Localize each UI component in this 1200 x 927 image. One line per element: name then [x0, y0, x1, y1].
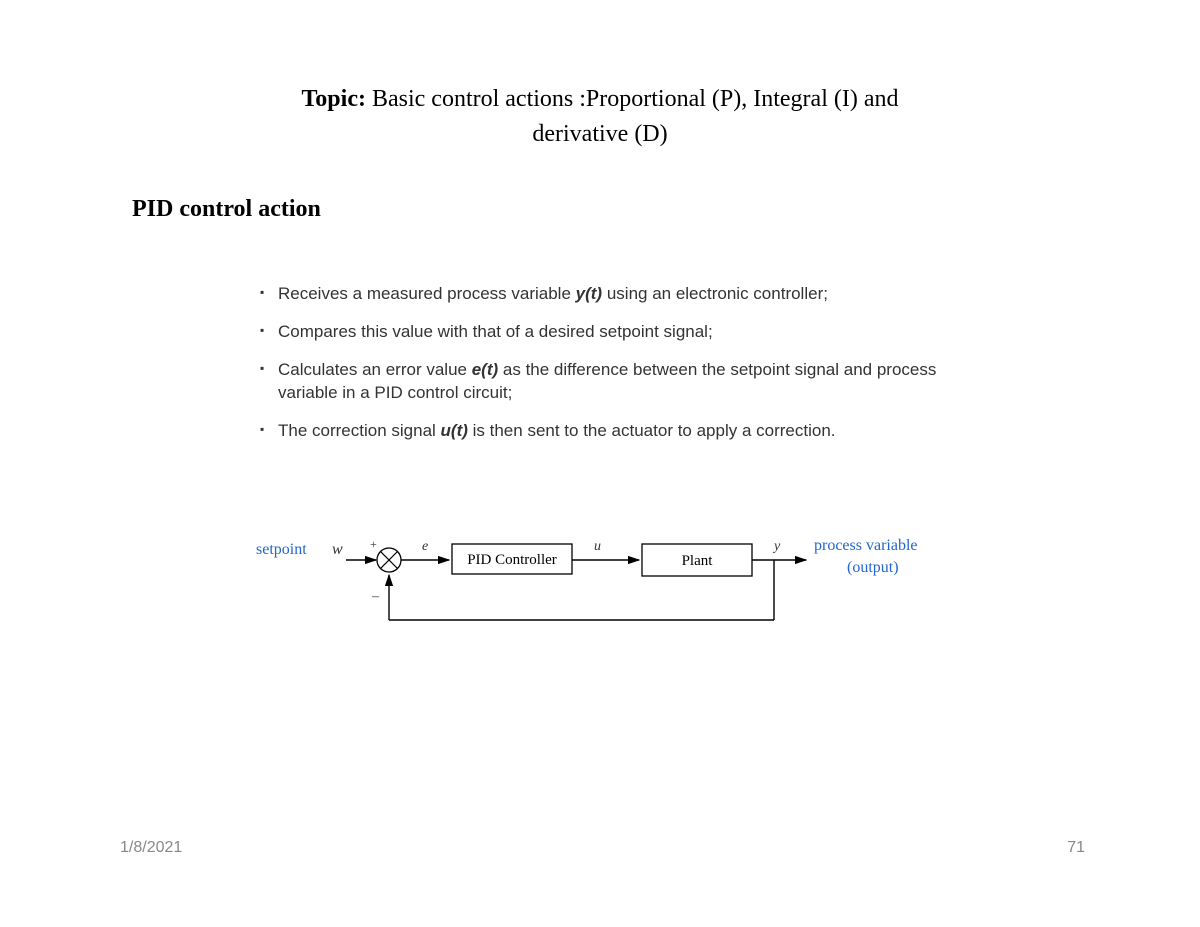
label-w: w	[332, 541, 343, 558]
bullet-3: Calculates an error value e(t) as the di…	[260, 358, 960, 406]
label-plant: Plant	[682, 553, 714, 569]
slide: Topic: Basic control actions :Proportion…	[0, 0, 1200, 927]
bullet-list: Receives a measured process variable y(t…	[260, 282, 960, 457]
var-e-t: e(t)	[472, 360, 498, 379]
bullet-2: Compares this value with that of a desir…	[260, 320, 960, 344]
topic-label: Topic:	[302, 86, 366, 112]
label-minus: –	[371, 589, 380, 604]
var-y-t: y(t)	[576, 284, 602, 303]
label-e: e	[422, 539, 428, 554]
section-title: PID control action	[132, 196, 321, 223]
label-setpoint: setpoint	[256, 541, 307, 558]
block-diagram: setpoint w + e PID Controller u	[254, 530, 974, 650]
topic-text: Basic control actions :Proportional (P),…	[372, 86, 899, 147]
var-u-t: u(t)	[441, 421, 468, 440]
footer-page-number: 71	[1067, 839, 1085, 857]
label-output-1: process variable	[814, 537, 918, 554]
label-output-2: (output)	[847, 559, 899, 576]
slide-topic: Topic: Basic control actions :Proportion…	[260, 82, 940, 152]
label-controller: PID Controller	[467, 552, 557, 568]
label-u: u	[594, 539, 601, 554]
bullet-4: The correction signal u(t) is then sent …	[260, 419, 960, 443]
footer-date: 1/8/2021	[120, 839, 182, 857]
label-plus: +	[370, 537, 377, 551]
bullet-1: Receives a measured process variable y(t…	[260, 282, 960, 306]
label-y: y	[772, 539, 781, 554]
